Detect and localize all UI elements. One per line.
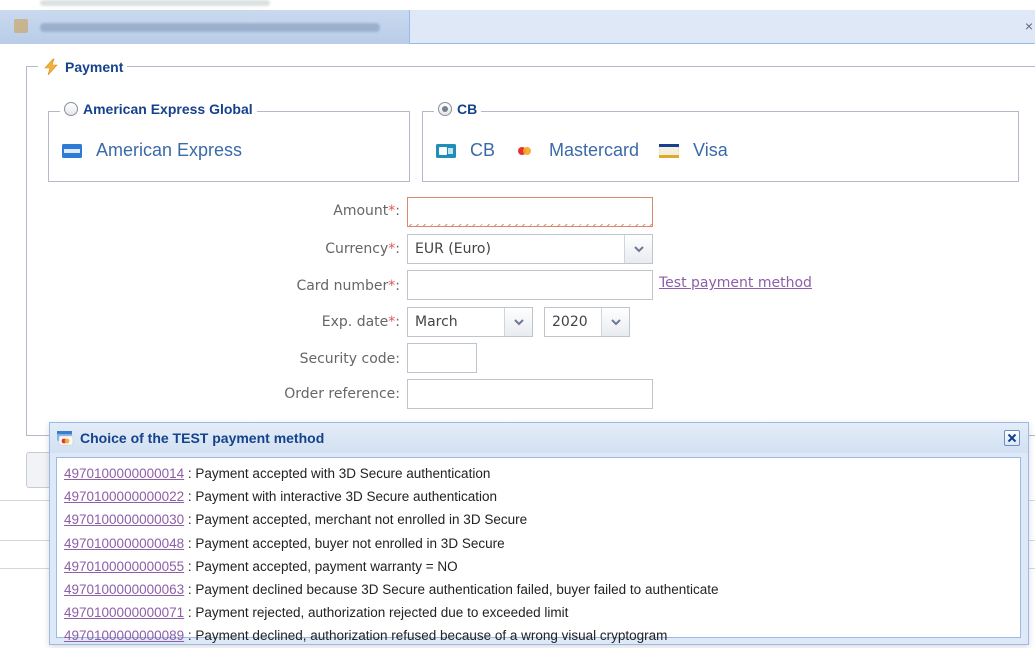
cb-card-icon bbox=[436, 143, 456, 158]
test-card-description: Payment accepted, payment warranty = NO bbox=[195, 558, 458, 574]
test-card-description: Payment accepted, merchant not enrolled … bbox=[195, 512, 528, 528]
list-item: 4970100000000048 : Payment accepted, buy… bbox=[64, 535, 505, 551]
chevron-down-icon bbox=[633, 246, 644, 253]
amex-group-title: American Express Global bbox=[83, 101, 253, 117]
blurred-window-title bbox=[40, 23, 380, 32]
amex-brand-row: American Express bbox=[62, 140, 242, 161]
test-card-link[interactable]: 4970100000000048 bbox=[64, 536, 184, 551]
test-card-description: Payment accepted, buyer not enrolled in … bbox=[195, 535, 505, 551]
cb-group-legend[interactable]: CB bbox=[434, 101, 482, 117]
security-code-label: Security code: bbox=[299, 351, 400, 367]
window-titlebar: × bbox=[0, 10, 1035, 44]
chevron-down-icon bbox=[610, 319, 621, 326]
test-card-link[interactable]: 4970100000000089 bbox=[64, 628, 184, 643]
cb-group-title: CB bbox=[457, 101, 478, 117]
amount-label: Amount*: bbox=[333, 203, 400, 219]
card-stack-icon bbox=[57, 431, 74, 446]
amount-input[interactable] bbox=[407, 197, 653, 227]
close-icon bbox=[1007, 433, 1017, 443]
test-card-description: Payment rejected, authorization rejected… bbox=[195, 605, 569, 621]
card-number-input[interactable] bbox=[407, 270, 653, 300]
popup-close-button[interactable] bbox=[1004, 430, 1020, 446]
test-card-link[interactable]: 4970100000000014 bbox=[64, 466, 184, 481]
test-card-description: Payment declined because 3D Secure authe… bbox=[195, 581, 719, 597]
blurred-header-text bbox=[40, 0, 270, 6]
currency-dropdown-button[interactable] bbox=[624, 235, 652, 263]
mastercard-icon bbox=[518, 146, 532, 155]
amex-card-icon bbox=[62, 143, 82, 158]
test-payment-method-link[interactable]: Test payment method bbox=[659, 275, 812, 291]
test-card-description: Payment accepted with 3D Secure authenti… bbox=[195, 466, 491, 481]
payment-legend: Payment bbox=[38, 58, 128, 76]
amex-brand-label: American Express bbox=[96, 140, 243, 160]
app-icon bbox=[14, 19, 28, 33]
list-item: 4970100000000055 : Payment accepted, pay… bbox=[64, 558, 458, 574]
test-card-link[interactable]: 4970100000000055 bbox=[64, 559, 184, 574]
test-card-link[interactable]: 4970100000000063 bbox=[64, 582, 184, 597]
list-item: 4970100000000063 : Payment declined beca… bbox=[64, 581, 719, 597]
chevron-down-icon bbox=[513, 319, 524, 326]
test-card-description: Payment with interactive 3D Secure authe… bbox=[195, 489, 498, 505]
security-code-input[interactable] bbox=[407, 343, 477, 373]
exp-month-value: March bbox=[415, 314, 458, 330]
exp-year-select[interactable]: 2020 bbox=[544, 307, 630, 337]
window-close-icon[interactable]: × bbox=[1025, 18, 1033, 34]
visa-card-icon bbox=[659, 143, 680, 158]
currency-value: EUR (Euro) bbox=[415, 241, 491, 257]
currency-label: Currency*: bbox=[325, 241, 400, 257]
test-card-link[interactable]: 4970100000000071 bbox=[64, 605, 184, 620]
order-reference-input[interactable] bbox=[407, 379, 653, 409]
currency-select[interactable]: EUR (Euro) bbox=[407, 234, 653, 264]
list-item: 4970100000000014 : Payment accepted with… bbox=[64, 466, 491, 481]
lightning-icon bbox=[44, 58, 58, 76]
list-item: 4970100000000071 : Payment rejected, aut… bbox=[64, 605, 569, 621]
test-card-link[interactable]: 4970100000000030 bbox=[64, 512, 184, 527]
list-item: 4970100000000030 : Payment accepted, mer… bbox=[64, 512, 528, 528]
amex-group-legend[interactable]: American Express Global bbox=[60, 101, 257, 117]
list-item: 4970100000000089 : Payment declined, aut… bbox=[64, 628, 668, 644]
test-card-list: 4970100000000014 : Payment accepted with… bbox=[56, 457, 1021, 643]
popup-title: Choice of the TEST payment method bbox=[80, 430, 325, 446]
amex-radio[interactable] bbox=[64, 102, 78, 116]
order-reference-label: Order reference: bbox=[284, 386, 400, 402]
cb-radio[interactable] bbox=[438, 102, 452, 116]
mastercard-brand-label: Mastercard bbox=[549, 140, 640, 160]
popup-header: Choice of the TEST payment method bbox=[50, 423, 1028, 453]
payment-legend-text: Payment bbox=[65, 59, 124, 75]
card-number-label: Card number*: bbox=[296, 278, 400, 294]
test-card-link[interactable]: 4970100000000022 bbox=[64, 489, 184, 504]
visa-brand-label: Visa bbox=[693, 140, 728, 160]
exp-date-label: Exp. date*: bbox=[321, 314, 400, 330]
cb-brand-row: CB Mastercard Visa bbox=[436, 140, 748, 161]
cb-brand-label: CB bbox=[470, 140, 496, 160]
test-card-description: Payment declined, authorization refused … bbox=[195, 628, 668, 644]
exp-month-dropdown-button[interactable] bbox=[504, 308, 532, 336]
window-tab[interactable] bbox=[0, 10, 410, 44]
exp-year-value: 2020 bbox=[552, 314, 588, 330]
list-item: 4970100000000022 : Payment with interact… bbox=[64, 489, 498, 505]
exp-year-dropdown-button[interactable] bbox=[601, 308, 629, 336]
test-payment-popup: Choice of the TEST payment method 497010… bbox=[49, 422, 1029, 645]
exp-month-select[interactable]: March bbox=[407, 307, 533, 337]
